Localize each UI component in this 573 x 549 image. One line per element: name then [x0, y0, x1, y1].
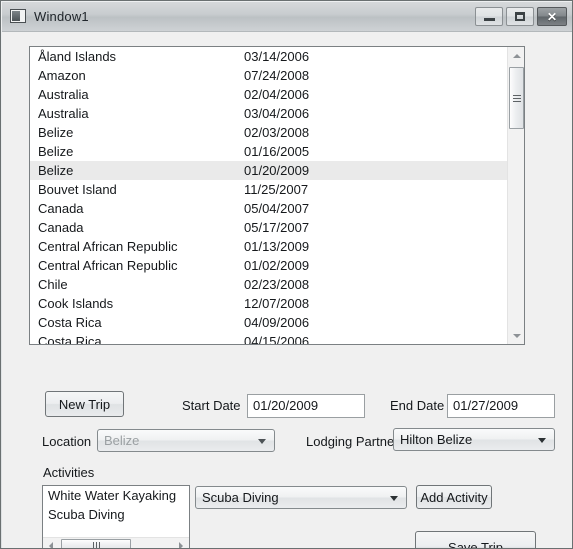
scroll-right-button[interactable]: [173, 538, 189, 548]
lodging-partner-dropdown-value: Hilton Belize: [400, 432, 473, 447]
location-dropdown-value: Belize: [104, 433, 140, 448]
trip-location: Australia: [38, 106, 89, 121]
trip-location: Costa Rica: [38, 315, 102, 330]
chevron-right-icon: [179, 542, 183, 548]
save-trip-button[interactable]: Save Trip: [415, 531, 536, 548]
trip-list-row[interactable]: Central African Republic 01/02/2009: [30, 256, 507, 275]
trip-list-row[interactable]: Canada 05/04/2007: [30, 199, 507, 218]
vertical-scroll-thumb[interactable]: [509, 67, 524, 129]
trip-date: 04/15/2006: [244, 334, 310, 345]
trip-list-row[interactable]: Bouvet Island 11/25/2007: [30, 180, 507, 199]
trip-date: 02/23/2008: [244, 277, 310, 292]
trip-date: 04/09/2006: [244, 315, 310, 330]
application-icon: [10, 8, 26, 25]
trip-list-row[interactable]: Costa Rica 04/09/2006: [30, 313, 507, 332]
close-button[interactable]: ✕: [537, 7, 567, 26]
trip-date: 05/17/2007: [244, 220, 310, 235]
trip-date: 01/20/2009: [244, 163, 310, 178]
chevron-down-icon: [538, 437, 546, 443]
trip-list-row[interactable]: Costa Rica 04/15/2006: [30, 332, 507, 345]
window-title: Window1: [34, 9, 89, 24]
minimize-button[interactable]: [475, 7, 503, 26]
trip-location: Chile: [38, 277, 68, 292]
client-area: Åland Islands 03/14/2006 Amazon 07/24/2008 A…: [2, 32, 572, 548]
trip-list-row[interactable]: Belize 01/16/2005: [30, 142, 507, 161]
trip-date: 11/25/2007: [244, 182, 309, 197]
trip-list-rows: Åland Islands 03/14/2006 Amazon 07/24/2008 A…: [30, 47, 507, 344]
activity-selector-dropdown[interactable]: Scuba Diving: [195, 486, 407, 509]
scroll-down-button[interactable]: [508, 327, 524, 344]
trip-location: Belize: [38, 125, 74, 140]
start-date-label: Start Date: [182, 398, 241, 413]
scroll-up-button[interactable]: [508, 47, 524, 64]
end-date-label: End Date: [390, 398, 445, 413]
application-window: Window1 ✕ Åland Islands 03/14/2006 Amazon 0…: [0, 0, 573, 549]
title-bar[interactable]: Window1 ✕: [2, 2, 572, 32]
trip-date: 03/04/2006: [244, 106, 310, 121]
scroll-left-button[interactable]: [43, 538, 59, 548]
chevron-down-icon: [390, 495, 398, 501]
end-date-input[interactable]: 01/27/2009: [447, 394, 555, 418]
trip-date: 02/04/2006: [244, 87, 310, 102]
maximize-icon: [515, 12, 525, 21]
activities-list-rows: White Water Kayaking Scuba Diving: [43, 486, 189, 524]
trip-location: Belize: [38, 144, 74, 159]
grip-icon: [512, 94, 521, 102]
trip-location: Canada: [38, 201, 84, 216]
lodging-partner-label: Lodging Partner: [306, 434, 399, 449]
trip-date: 03/14/2006: [244, 49, 310, 64]
trip-location: Central African Republic: [38, 239, 178, 254]
close-icon: ✕: [546, 9, 558, 24]
horizontal-scroll-thumb[interactable]: [61, 539, 131, 548]
trip-list-row[interactable]: Belize 01/20/2009: [30, 161, 507, 180]
trip-location: Costa Rica: [38, 334, 102, 345]
chevron-left-icon: [49, 542, 53, 548]
location-dropdown[interactable]: Belize: [97, 429, 275, 452]
trip-location: Åland Islands: [38, 49, 117, 64]
trip-location: Bouvet Island: [38, 182, 117, 197]
add-activity-button[interactable]: Add Activity: [416, 485, 492, 509]
trip-list-row[interactable]: Amazon 07/24/2008: [30, 66, 507, 85]
trip-list-row[interactable]: Australia 03/04/2006: [30, 104, 507, 123]
trip-date: 01/16/2005: [244, 144, 310, 159]
trip-location: Belize: [38, 163, 74, 178]
grip-icon: [92, 542, 100, 548]
trip-date: 12/07/2008: [244, 296, 310, 311]
trip-list-vertical-scrollbar[interactable]: [507, 47, 524, 344]
chevron-down-icon: [512, 333, 521, 338]
trip-location: Central African Republic: [38, 258, 178, 273]
trip-location: Cook Islands: [38, 296, 114, 311]
trip-date: 05/04/2007: [244, 201, 310, 216]
trip-list[interactable]: Åland Islands 03/14/2006 Amazon 07/24/2008 A…: [29, 46, 525, 345]
chevron-up-icon: [512, 53, 521, 58]
trip-date: 02/03/2008: [244, 125, 310, 140]
activity-selector-value: Scuba Diving: [202, 490, 279, 505]
activities-list[interactable]: White Water Kayaking Scuba Diving: [42, 485, 190, 548]
activity-list-item[interactable]: White Water Kayaking: [43, 486, 189, 505]
maximize-button[interactable]: [506, 7, 534, 26]
trip-location: Australia: [38, 87, 89, 102]
trip-list-row[interactable]: Canada 05/17/2007: [30, 218, 507, 237]
activities-label: Activities: [43, 465, 95, 480]
lodging-partner-dropdown[interactable]: Hilton Belize: [393, 428, 555, 451]
trip-date: 07/24/2008: [244, 68, 310, 83]
minimize-icon: [483, 17, 495, 21]
trip-list-row[interactable]: Belize 02/03/2008: [30, 123, 507, 142]
location-label: Location: [42, 434, 92, 449]
activities-horizontal-scrollbar[interactable]: [43, 537, 189, 548]
trip-list-row[interactable]: Central African Republic 01/13/2009: [30, 237, 507, 256]
trip-list-row[interactable]: Åland Islands 03/14/2006: [30, 47, 507, 66]
start-date-input[interactable]: 01/20/2009: [247, 394, 365, 418]
chevron-down-icon: [258, 438, 266, 444]
activity-list-item[interactable]: Scuba Diving: [43, 505, 189, 524]
new-trip-button[interactable]: New Trip: [45, 391, 124, 417]
trip-location: Canada: [38, 220, 84, 235]
trip-list-row[interactable]: Australia 02/04/2006: [30, 85, 507, 104]
trip-date: 01/02/2009: [244, 258, 310, 273]
trip-list-row[interactable]: Cook Islands 12/07/2008: [30, 294, 507, 313]
trip-date: 01/13/2009: [244, 239, 310, 254]
caption-buttons: ✕: [475, 7, 567, 26]
trip-list-row[interactable]: Chile 02/23/2008: [30, 275, 507, 294]
trip-location: Amazon: [38, 68, 86, 83]
